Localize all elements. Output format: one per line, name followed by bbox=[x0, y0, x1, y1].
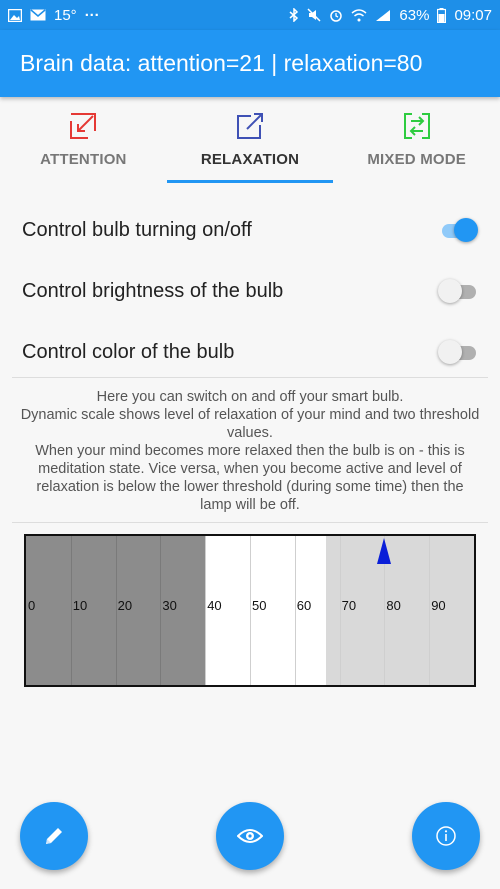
toggle-thumb bbox=[454, 218, 478, 242]
scale-tick-label: 60 bbox=[296, 598, 312, 613]
setting-row-bulb-on-off: Control bulb turning on/off bbox=[0, 200, 500, 260]
scale-gridline bbox=[70, 536, 72, 685]
scale-tick-label: 90 bbox=[431, 598, 446, 613]
alarm-icon bbox=[330, 10, 343, 22]
setting-label: Control bulb turning on/off bbox=[22, 218, 252, 241]
scale-tick-label: 0 bbox=[28, 598, 36, 613]
attention-arrow-icon bbox=[70, 113, 97, 139]
relaxation-scale: 0 10 20 30 40 50 60 70 80 90 bbox=[24, 534, 476, 687]
mail-icon bbox=[30, 9, 46, 21]
tab-mixed-mode-label: MIXED MODE bbox=[367, 151, 467, 168]
eye-icon bbox=[237, 829, 263, 843]
tab-relaxation-label: RELAXATION bbox=[200, 151, 300, 168]
current-value-marker bbox=[377, 538, 392, 564]
scale-tick-label: 70 bbox=[341, 598, 357, 613]
battery-icon bbox=[437, 7, 447, 23]
scale-tick-label: 40 bbox=[207, 598, 222, 613]
edit-button[interactable] bbox=[20, 802, 88, 870]
more-notifications: ··· bbox=[84, 6, 100, 24]
temperature: 15° bbox=[54, 6, 77, 24]
image-icon bbox=[8, 8, 22, 22]
scale-gridline bbox=[160, 536, 162, 685]
scale-gridline bbox=[429, 536, 431, 685]
divider bbox=[12, 377, 488, 378]
tab-mixed-mode[interactable]: MIXED MODE bbox=[333, 97, 500, 185]
scale-tick-label: 20 bbox=[117, 598, 133, 613]
relaxation-arrow-icon bbox=[237, 113, 263, 139]
scale-gridline bbox=[205, 536, 207, 685]
signal-icon bbox=[376, 9, 391, 21]
info-button[interactable] bbox=[412, 802, 480, 870]
toggle-thumb bbox=[438, 279, 462, 303]
wifi-icon bbox=[351, 8, 367, 21]
divider bbox=[12, 522, 488, 523]
active-tab-indicator bbox=[166, 180, 334, 183]
tab-attention-label: ATTENTION bbox=[40, 151, 127, 168]
tab-attention[interactable]: ATTENTION bbox=[0, 97, 167, 185]
scale-tick-label: 80 bbox=[386, 598, 401, 613]
bluetooth-icon bbox=[289, 8, 299, 22]
brightness-toggle[interactable] bbox=[438, 279, 478, 303]
setting-label: Control color of the bulb bbox=[22, 340, 235, 363]
tab-relaxation[interactable]: RELAXATION bbox=[166, 97, 334, 185]
view-button[interactable] bbox=[216, 802, 284, 870]
tab-bar: ATTENTION RELAXATION MIXED MODE bbox=[0, 97, 500, 185]
description-line: Here you can switch on and off your smar… bbox=[96, 389, 404, 405]
description-line: Dynamic scale shows level of relaxation … bbox=[20, 407, 480, 441]
info-icon bbox=[436, 826, 456, 846]
mixed-mode-arrows-icon bbox=[403, 113, 430, 139]
description-line: When your mind becomes more relaxed then… bbox=[35, 443, 465, 513]
bulb-on-off-toggle[interactable] bbox=[438, 218, 478, 242]
mute-icon bbox=[307, 8, 321, 22]
scale-gridline bbox=[339, 536, 341, 685]
scale-gridline bbox=[294, 536, 296, 685]
scale-gridline bbox=[115, 536, 117, 685]
description-text: Here you can switch on and off your smar… bbox=[20, 388, 480, 514]
app-bar: Brain data: attention=21 | relaxation=80 bbox=[0, 30, 500, 97]
app-bar-title: Brain data: attention=21 | relaxation=80 bbox=[20, 50, 423, 76]
scale-tick-label: 10 bbox=[72, 598, 88, 613]
scale-gridline bbox=[250, 536, 251, 685]
battery-percent: 63% bbox=[399, 6, 430, 24]
setting-label: Control brightness of the bulb bbox=[22, 279, 284, 302]
scale-tick-label: 50 bbox=[252, 598, 267, 613]
status-bar: 15° ··· 63% 09:07 bbox=[0, 0, 500, 30]
scale-tick-label: 30 bbox=[162, 598, 177, 613]
setting-row-brightness: Control brightness of the bulb bbox=[0, 261, 500, 321]
color-toggle[interactable] bbox=[438, 340, 478, 364]
clock: 09:07 bbox=[454, 6, 492, 24]
pencil-icon bbox=[46, 828, 62, 844]
toggle-thumb bbox=[438, 340, 462, 364]
setting-row-color: Control color of the bulb bbox=[0, 322, 500, 382]
